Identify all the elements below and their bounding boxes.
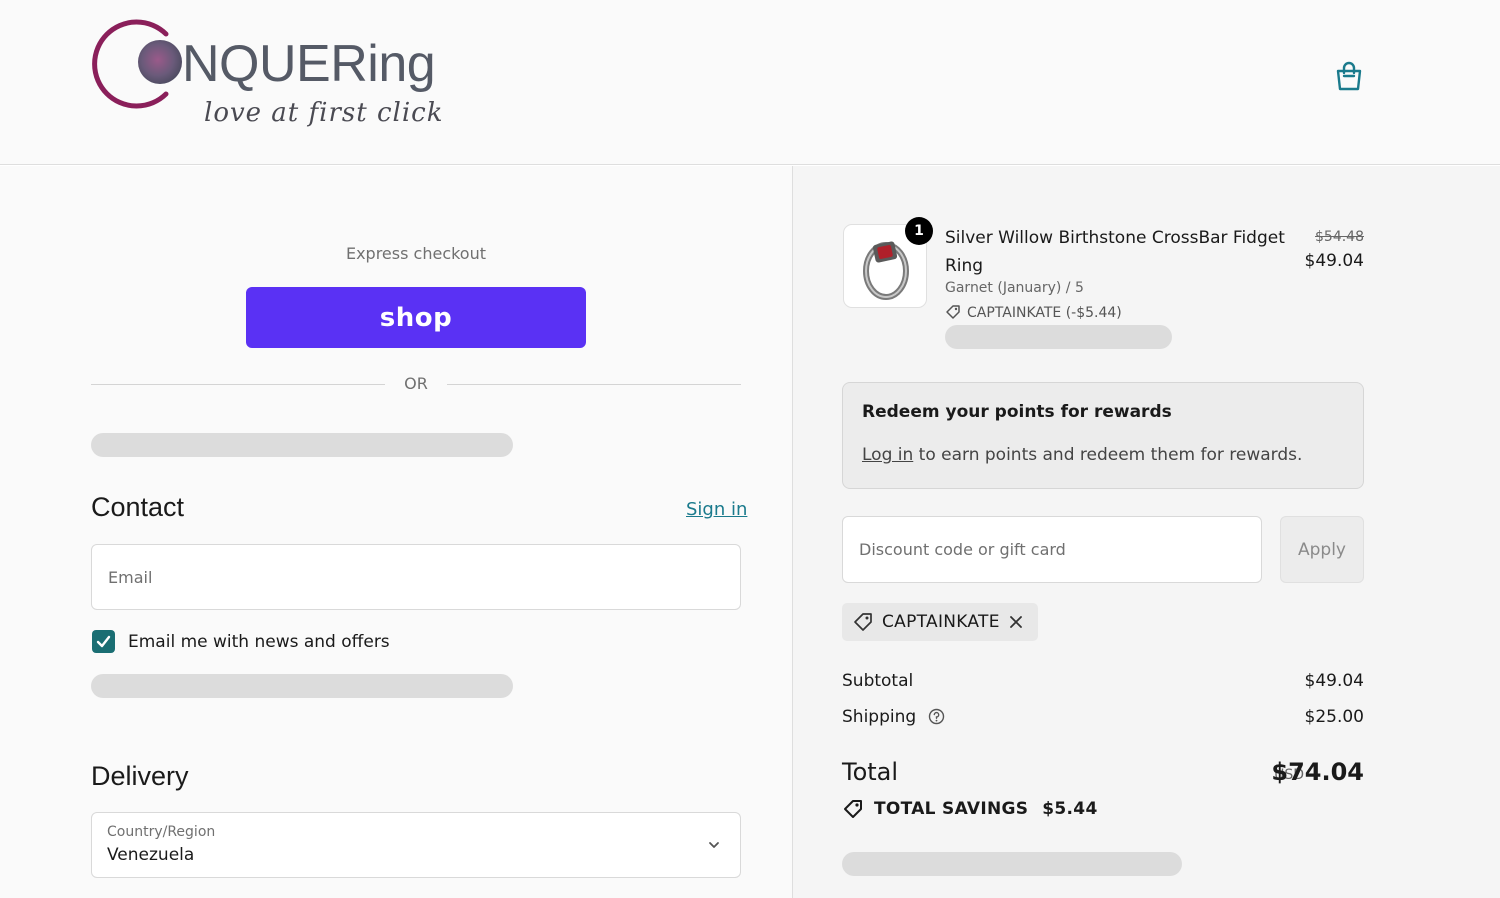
total-label: Total bbox=[842, 758, 899, 786]
logo-mark-icon bbox=[92, 19, 182, 109]
loading-placeholder bbox=[91, 674, 513, 698]
checkmark-icon bbox=[96, 635, 111, 648]
country-label: Country/Region bbox=[107, 824, 216, 840]
tag-icon bbox=[946, 305, 960, 319]
product-discount: CAPTAINKATE (-$5.44) bbox=[945, 304, 1122, 321]
rewards-message: Log in to earn points and redeem them fo… bbox=[862, 445, 1302, 465]
quantity-badge: 1 bbox=[905, 217, 933, 245]
country-value: Venezuela bbox=[107, 845, 195, 865]
applied-discount-code: CAPTAINKATE bbox=[882, 612, 1000, 632]
shipping-label: Shipping bbox=[842, 707, 917, 727]
applied-discount-tag: CAPTAINKATE bbox=[842, 603, 1038, 641]
item-price: $49.04 bbox=[1304, 251, 1364, 271]
country-select[interactable]: Country/Region Venezuela bbox=[91, 812, 741, 878]
shipping-value: $25.00 bbox=[1304, 707, 1364, 727]
contact-title: Contact bbox=[91, 492, 185, 522]
shop-pay-button[interactable]: shop bbox=[246, 287, 586, 348]
tag-icon bbox=[854, 613, 872, 631]
tag-icon bbox=[844, 800, 862, 818]
newsletter-checkbox[interactable] bbox=[92, 630, 115, 653]
savings-value: $5.44 bbox=[1042, 799, 1098, 819]
apply-discount-button[interactable]: Apply bbox=[1280, 516, 1364, 583]
loading-placeholder bbox=[945, 325, 1172, 349]
total-savings: TOTAL SAVINGS $5.44 bbox=[842, 798, 1098, 820]
subtotal-value: $49.04 bbox=[1304, 671, 1364, 691]
savings-label: TOTAL SAVINGS bbox=[874, 799, 1029, 819]
loading-placeholder bbox=[842, 852, 1182, 876]
checkout-form-column: Express checkout shop OR Contact Sign in… bbox=[0, 166, 792, 898]
logo-wordmark: NQUERing bbox=[182, 35, 436, 93]
original-price: $54.48 bbox=[1315, 229, 1364, 245]
log-in-link[interactable]: Log in bbox=[862, 445, 913, 465]
subtotal-label: Subtotal bbox=[842, 671, 914, 691]
express-checkout-label: Express checkout bbox=[345, 244, 487, 263]
product-name: Silver Willow Birthstone CrossBar Fidget… bbox=[945, 228, 1285, 276]
order-summary-column: 1 Silver Willow Birthstone CrossBar Fidg… bbox=[793, 166, 1500, 898]
product-discount-text: CAPTAINKATE (-$5.44) bbox=[967, 305, 1122, 321]
close-icon[interactable] bbox=[1008, 614, 1024, 630]
store-logo[interactable]: NQUERing love at first click bbox=[88, 12, 488, 142]
email-field[interactable] bbox=[92, 545, 740, 609]
discount-field-wrapper bbox=[842, 516, 1262, 583]
chevron-down-icon bbox=[709, 842, 719, 848]
total-value: $74.04 bbox=[1271, 758, 1364, 786]
delivery-title: Delivery bbox=[91, 761, 189, 791]
shipping-row-label: Shipping bbox=[842, 707, 945, 727]
logo-tagline: love at first click bbox=[204, 98, 444, 128]
loading-placeholder bbox=[91, 433, 513, 457]
email-field-wrapper bbox=[91, 544, 741, 610]
sign-in-link[interactable]: Sign in bbox=[686, 499, 747, 520]
or-divider: OR bbox=[91, 372, 741, 396]
help-icon[interactable] bbox=[928, 708, 945, 725]
product-variant: Garnet (January) / 5 bbox=[945, 280, 1084, 296]
discount-code-input[interactable] bbox=[843, 517, 1261, 582]
rewards-panel: Redeem your points for rewards Log in to… bbox=[842, 382, 1364, 489]
rewards-message-text: to earn points and redeem them for rewar… bbox=[913, 445, 1303, 465]
header: NQUERing love at first click bbox=[0, 0, 1500, 165]
newsletter-label: Email me with news and offers bbox=[128, 632, 390, 652]
shopping-bag-icon[interactable] bbox=[1334, 60, 1364, 92]
rewards-title: Redeem your points for rewards bbox=[862, 402, 1172, 422]
